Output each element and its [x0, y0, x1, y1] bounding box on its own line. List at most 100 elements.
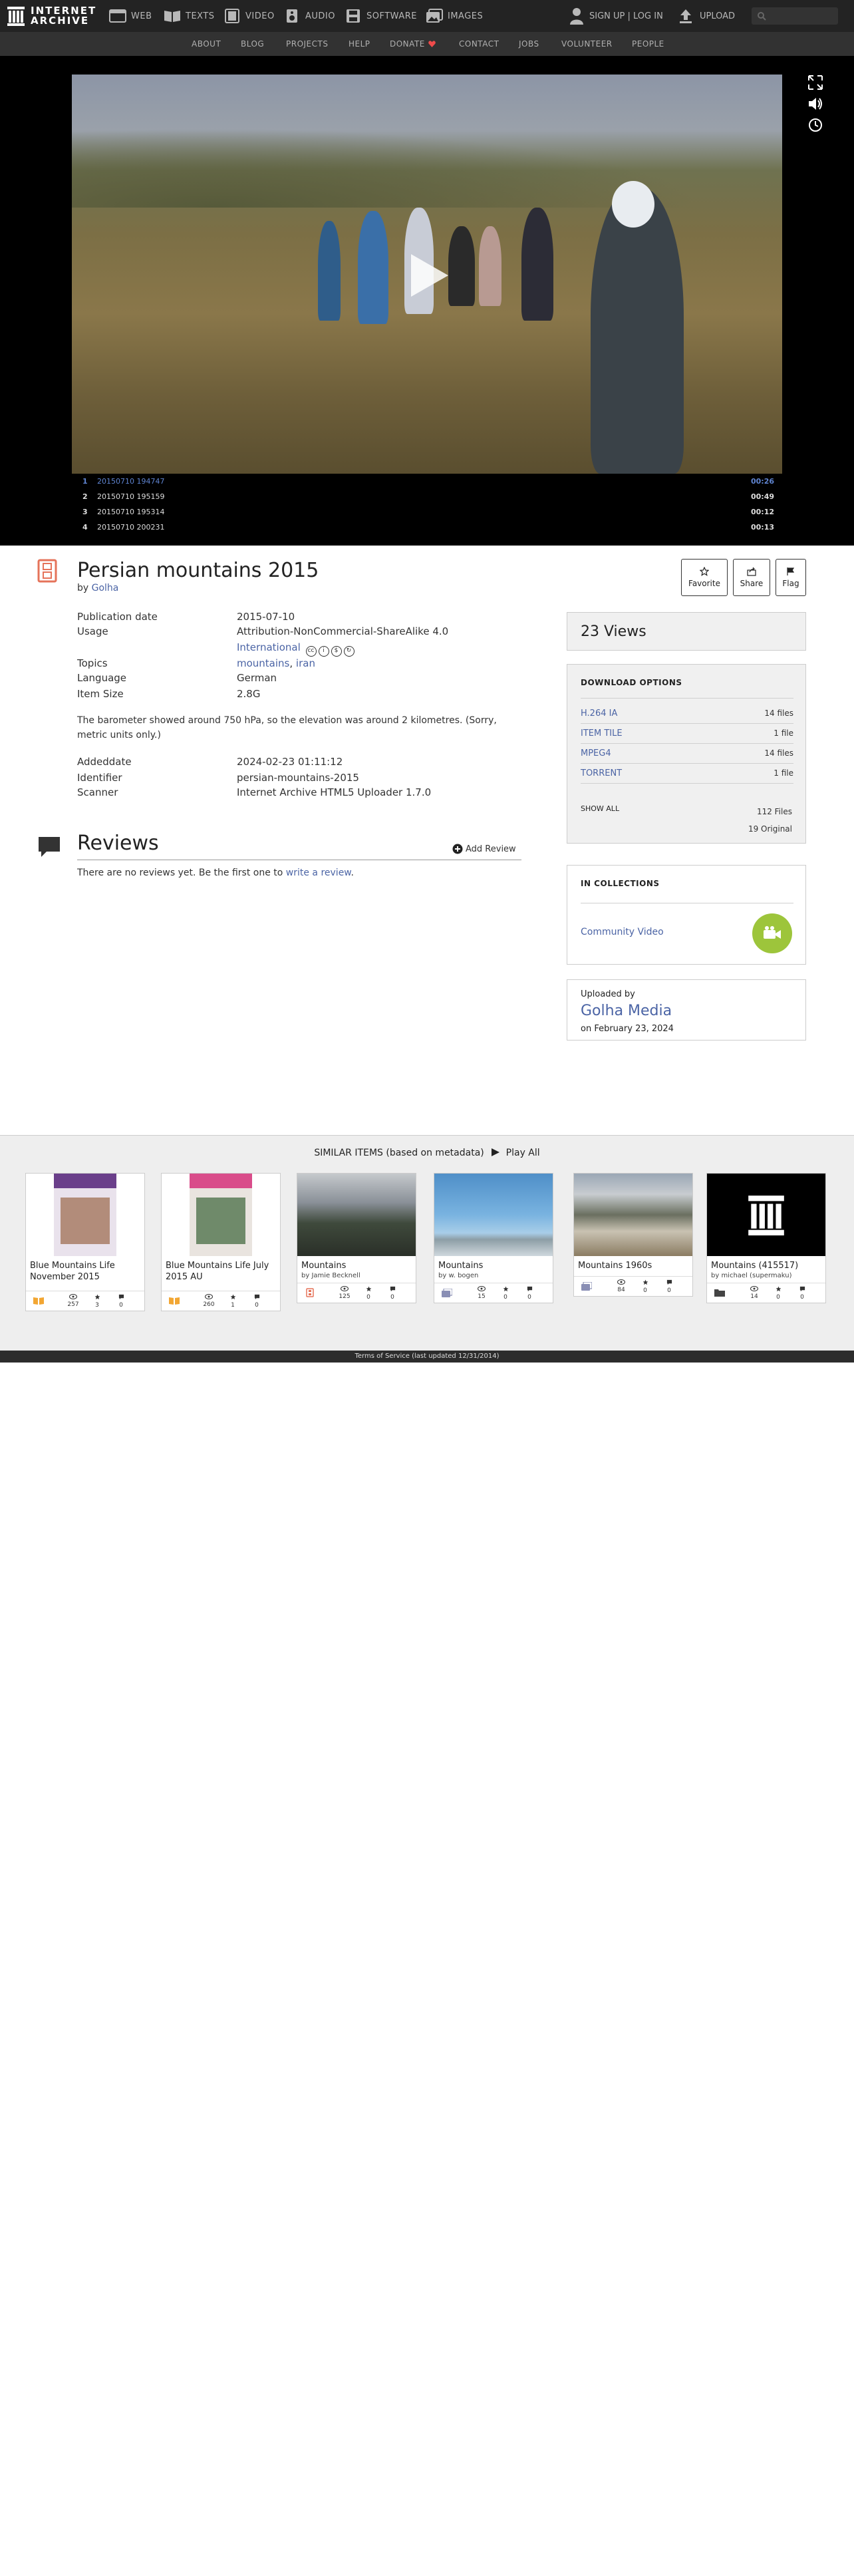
- share-button[interactable]: Share: [733, 559, 770, 596]
- nav-video[interactable]: VIDEO: [223, 7, 275, 25]
- play-all-link[interactable]: Play All: [506, 1148, 540, 1158]
- favorite-button[interactable]: Favorite: [681, 559, 728, 596]
- flag-button[interactable]: Flag: [776, 559, 806, 596]
- archive-building-icon: [7, 7, 25, 26]
- upload-link[interactable]: UPLOAD: [678, 7, 735, 25]
- nav-texts[interactable]: TEXTS: [164, 7, 215, 25]
- reviews-count: 0: [667, 1287, 671, 1294]
- playlist-item[interactable]: 2 20150710 195159 00:49: [72, 489, 782, 504]
- eye-icon: [478, 1286, 486, 1291]
- nav-audio[interactable]: AUDIO: [283, 7, 335, 25]
- footer-terms-link[interactable]: Terms of Service (last updated 12/31/201…: [0, 1351, 854, 1363]
- topic-link[interactable]: iran: [296, 657, 315, 669]
- download-row[interactable]: H.264 IA 14 files: [581, 703, 793, 723]
- download-format-link[interactable]: ITEM TILE: [581, 728, 623, 738]
- uploader-box: Uploaded by Golha Media on February 23, …: [567, 979, 806, 1041]
- play-button[interactable]: [411, 254, 448, 297]
- upload-date: on February 23, 2024: [581, 1024, 674, 1034]
- subnav-people[interactable]: PEOPLE: [632, 39, 664, 49]
- subnav-about[interactable]: ABOUT: [192, 39, 221, 49]
- topic-link[interactable]: mountains: [237, 657, 289, 669]
- license-link[interactable]: Attribution-NonCommercial-ShareAlike 4.0: [237, 625, 476, 637]
- logo-text: INTERNET ARCHIVE: [31, 6, 96, 26]
- video-player[interactable]: [72, 75, 782, 474]
- search-input[interactable]: [752, 7, 838, 25]
- download-row[interactable]: ITEM TILE 1 file: [581, 723, 793, 743]
- subnav-volunteer[interactable]: VOLUNTEER: [561, 39, 613, 49]
- fullscreen-icon[interactable]: [807, 75, 823, 90]
- flag-label: Flag: [782, 579, 799, 588]
- add-review-button[interactable]: Add Review: [452, 844, 516, 854]
- write-review-link[interactable]: write a review: [286, 868, 351, 878]
- download-format-link[interactable]: TORRENT: [581, 768, 622, 778]
- book-icon: [164, 11, 180, 22]
- video-frame-person: [318, 221, 341, 321]
- reviews-stat: 0: [248, 1294, 265, 1309]
- subnav-help[interactable]: HELP: [349, 39, 370, 49]
- internet-archive-logo[interactable]: INTERNET ARCHIVE: [7, 5, 96, 27]
- similar-item-tile[interactable]: Mountains (415517) by michael (supermaku…: [706, 1173, 826, 1303]
- reviews-count: 0: [800, 1294, 804, 1301]
- download-row[interactable]: MPEG4 14 files: [581, 743, 793, 763]
- favorites-stat: 3: [88, 1294, 106, 1309]
- clock-icon[interactable]: [807, 117, 823, 133]
- star-icon: [503, 1286, 508, 1292]
- pubdate-link[interactable]: 2015-07-10: [237, 611, 476, 623]
- play-icon[interactable]: [491, 1148, 500, 1157]
- video-frame-hill: [72, 114, 782, 208]
- download-file-count: 14 files: [764, 748, 793, 758]
- similar-item-tile[interactable]: Mountains by Jamie Becknell 125 0 0: [297, 1173, 416, 1303]
- playlist-item[interactable]: 1 20150710 194747 00:26: [72, 474, 782, 489]
- volume-icon[interactable]: [807, 96, 823, 112]
- playlist-item-number: 3: [82, 508, 88, 516]
- item-stats: 260 1 0: [162, 1291, 280, 1311]
- views-stat: 257: [65, 1294, 82, 1308]
- similar-item-tile[interactable]: Mountains by w. bogen 15 0 0: [434, 1173, 553, 1303]
- uploader-link[interactable]: Golha Media: [581, 1003, 672, 1019]
- show-all-link[interactable]: SHOW ALL: [581, 804, 619, 813]
- nav-software-label: SOFTWARE: [366, 11, 417, 21]
- eye-icon: [617, 1279, 625, 1285]
- reviews-stat: 0: [793, 1286, 811, 1301]
- nav-web[interactable]: WEB: [109, 7, 152, 25]
- images-icon: [426, 9, 443, 23]
- collection-link[interactable]: Community Video: [581, 927, 664, 937]
- subnav-jobs[interactable]: JOBS: [519, 39, 539, 49]
- similar-item-tile[interactable]: Blue Mountains Life November 2015 257 3 …: [25, 1173, 145, 1311]
- login-link[interactable]: SIGN UP | LOG IN: [569, 7, 663, 25]
- reviews-heading: Reviews: [77, 832, 159, 855]
- divider: [581, 783, 793, 784]
- metadata-value: 2024-02-23 01:11:12: [237, 756, 343, 768]
- playlist-item[interactable]: 4 20150710 200231 00:13: [72, 520, 782, 535]
- metadata-key: Publication date: [77, 611, 158, 623]
- eye-icon: [205, 1294, 213, 1299]
- nav-images[interactable]: IMAGES: [426, 7, 483, 25]
- similar-item-tile[interactable]: Mountains 1960s 84 0 0: [573, 1173, 693, 1297]
- playlist-item[interactable]: 3 20150710 195314 00:12: [72, 504, 782, 520]
- subnav-projects[interactable]: PROJECTS: [286, 39, 328, 49]
- image-media-icon: [438, 1285, 456, 1301]
- byline-prefix: by: [77, 583, 89, 593]
- magazine-cover: [190, 1174, 252, 1256]
- language-link[interactable]: German: [237, 672, 476, 684]
- playlist-item-duration: 00:12: [750, 508, 774, 516]
- download-row[interactable]: TORRENT 1 file: [581, 763, 793, 783]
- comment-icon: [390, 1286, 395, 1292]
- nav-software[interactable]: SOFTWARE: [345, 7, 417, 25]
- subnav-donate[interactable]: DONATE: [390, 39, 425, 49]
- views-count: 23 Views: [581, 623, 646, 640]
- creator-link[interactable]: Golha: [92, 583, 119, 593]
- item-thumbnail: [707, 1174, 825, 1256]
- download-format-link[interactable]: H.264 IA: [581, 709, 617, 719]
- item-thumbnail: [434, 1174, 553, 1256]
- download-format-link[interactable]: MPEG4: [581, 748, 611, 758]
- similar-item-tile[interactable]: Blue Mountains Life July 2015 AU 260 1 0: [161, 1173, 281, 1311]
- views-box: 23 Views: [567, 612, 806, 651]
- subnav-blog[interactable]: BLOG: [241, 39, 264, 49]
- license-link-2[interactable]: International: [237, 641, 301, 653]
- item-creator: by michael (supermaku): [711, 1272, 792, 1279]
- video-camera-icon: [764, 926, 781, 939]
- donate-heart-icon: [428, 41, 436, 47]
- subnav-contact[interactable]: CONTACT: [459, 39, 499, 49]
- collection-thumbnail[interactable]: [752, 913, 792, 953]
